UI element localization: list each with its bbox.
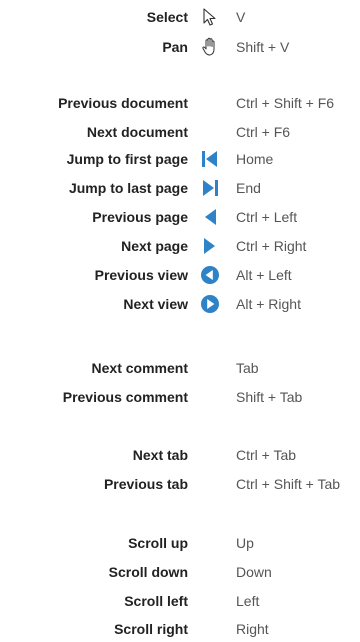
shortcut-key: Alt + Right (236, 296, 301, 312)
shortcut-row-previous-tab: Previous tab Ctrl + Shift + Tab (0, 471, 360, 497)
shortcut-row-next-view: Next view Alt + Right (0, 291, 360, 317)
shortcut-row-next-comment: Next comment Tab (0, 355, 360, 381)
shortcut-key: End (236, 180, 261, 196)
shortcut-row-scroll-right: Scroll right Right (0, 616, 360, 642)
first-page-icon (199, 149, 221, 169)
shortcut-key: Ctrl + F6 (236, 124, 291, 140)
shortcut-label: Next page (121, 238, 188, 254)
shortcut-key: Shift + V (236, 39, 290, 55)
shortcut-label: Next tab (132, 447, 188, 463)
shortcut-label: Previous document (58, 95, 188, 111)
shortcut-key: Ctrl + Shift + Tab (236, 476, 341, 492)
shortcut-label: Jump to first page (66, 151, 188, 167)
shortcut-label: Select (146, 9, 188, 25)
previous-page-icon (199, 207, 221, 227)
shortcut-label: Next view (123, 296, 188, 312)
shortcut-row-previous-page: Previous page Ctrl + Left (0, 204, 360, 230)
shortcut-key: Ctrl + Right (236, 238, 307, 254)
shortcut-row-last-page: Jump to last page End (0, 175, 360, 201)
shortcut-label: Next comment (91, 360, 188, 376)
shortcut-key: V (236, 9, 246, 25)
shortcut-label: Previous view (94, 267, 188, 283)
shortcut-row-scroll-down: Scroll down Down (0, 559, 360, 585)
next-view-icon (199, 294, 221, 314)
shortcut-key: Ctrl + Left (236, 209, 298, 225)
shortcut-row-select: Select V (0, 4, 360, 30)
shortcut-row-previous-view: Previous view Alt + Left (0, 262, 360, 288)
shortcut-row-scroll-left: Scroll left Left (0, 588, 360, 614)
shortcut-key: Tab (236, 360, 259, 376)
shortcut-key: Shift + Tab (236, 389, 303, 405)
next-page-icon (199, 236, 221, 256)
shortcut-key: Right (236, 621, 269, 637)
shortcut-label: Previous tab (103, 476, 188, 492)
shortcut-row-next-tab: Next tab Ctrl + Tab (0, 442, 360, 468)
shortcut-label: Next document (86, 124, 188, 140)
shortcut-row-scroll-up: Scroll up Up (0, 530, 360, 556)
shortcut-row-previous-comment: Previous comment Shift + Tab (0, 384, 360, 410)
shortcut-label: Scroll down (108, 564, 188, 580)
shortcut-key: Down (236, 564, 272, 580)
shortcut-row-pan: Pan Shift + V (0, 34, 360, 60)
shortcut-row-next-page: Next page Ctrl + Right (0, 233, 360, 259)
shortcut-label: Pan (162, 39, 188, 55)
shortcut-label: Previous comment (62, 389, 188, 405)
shortcut-label: Scroll up (128, 535, 188, 551)
shortcut-row-first-page: Jump to first page Home (0, 146, 360, 172)
shortcut-key: Up (236, 535, 254, 551)
shortcut-label: Jump to last page (68, 180, 188, 196)
shortcut-key: Ctrl + Shift + F6 (236, 95, 335, 111)
pan-hand-icon (199, 37, 221, 57)
select-arrow-icon (199, 7, 221, 27)
shortcut-row-next-document: Next document Ctrl + F6 (0, 119, 360, 145)
shortcut-key: Left (236, 593, 260, 609)
previous-view-icon (199, 265, 221, 285)
shortcut-label: Scroll left (124, 593, 188, 609)
shortcut-label: Scroll right (114, 621, 188, 637)
shortcut-row-previous-document: Previous document Ctrl + Shift + F6 (0, 90, 360, 116)
shortcut-label: Previous page (92, 209, 188, 225)
shortcut-key: Home (236, 151, 274, 167)
shortcut-key: Ctrl + Tab (236, 447, 297, 463)
last-page-icon (199, 178, 221, 198)
shortcut-key: Alt + Left (236, 267, 292, 283)
